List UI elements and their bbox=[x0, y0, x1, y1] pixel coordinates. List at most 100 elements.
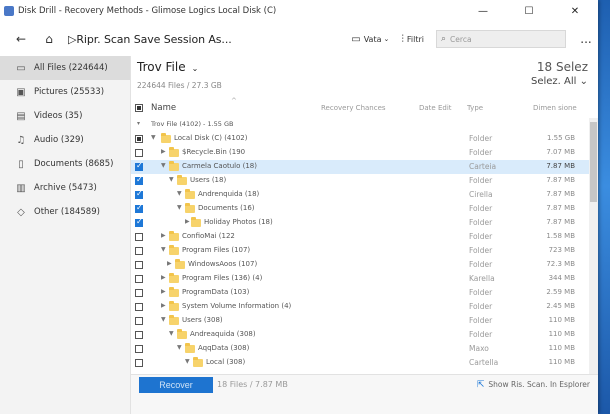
table-row[interactable]: ▶ $Recycle.Bin (190 Folder 7.07 MB bbox=[131, 146, 589, 160]
maximize-button[interactable]: ☐ bbox=[506, 0, 552, 22]
row-type: Karella bbox=[469, 274, 495, 283]
row-checkbox[interactable] bbox=[135, 149, 143, 157]
more-options-button[interactable]: ... bbox=[574, 32, 598, 46]
collapse-arrow-icon[interactable]: ▾ bbox=[137, 120, 140, 127]
row-checkbox[interactable] bbox=[135, 317, 143, 325]
selected-count: 18 Selez bbox=[536, 60, 588, 74]
table-row[interactable]: ▼ Users (18) Folder 7.87 MB bbox=[131, 174, 589, 188]
home-icon[interactable]: ⌂ bbox=[38, 28, 60, 50]
sidebar-item-all-files[interactable]: ▭ All Files (224644) bbox=[0, 56, 130, 80]
table-row[interactable]: ▾ Trov File (4102) - 1.55 GB bbox=[131, 118, 589, 132]
row-type: Carteia bbox=[469, 162, 497, 171]
table-row[interactable]: ▶ Holiday Photos (18) Folder 7.87 MB bbox=[131, 216, 589, 230]
folder-icon bbox=[169, 287, 179, 297]
sidebar-item-pictures[interactable]: ▣ Pictures (25533) bbox=[0, 80, 130, 104]
search-input[interactable]: ⌕ Cerca bbox=[436, 30, 566, 48]
collapse-arrow-icon[interactable]: ▼ bbox=[169, 330, 174, 337]
sidebar-item-label: All Files (224644) bbox=[34, 63, 108, 73]
table-row[interactable]: ▼ Local Disk (C) (4102) Folder 1.55 GB bbox=[131, 132, 589, 146]
row-checkbox[interactable] bbox=[135, 217, 143, 227]
table-row[interactable]: ▶ ProgramData (103) Folder 2.59 MB bbox=[131, 286, 589, 300]
row-checkbox[interactable] bbox=[135, 303, 143, 311]
expand-arrow-icon[interactable]: ▶ bbox=[161, 302, 166, 309]
filter-button[interactable]: ⫶ Filtri bbox=[401, 34, 424, 45]
column-size[interactable]: Dimen sione bbox=[533, 104, 577, 112]
row-checkbox[interactable] bbox=[135, 135, 143, 143]
view-dropdown[interactable]: ▭ Vata ⌄ bbox=[351, 34, 389, 45]
table-row[interactable]: ▼ Program Files (107) Folder 723 MB bbox=[131, 244, 589, 258]
row-checkbox[interactable] bbox=[135, 233, 143, 241]
row-label: Holiday Photos (18) bbox=[204, 218, 273, 226]
table-row[interactable]: ▼ Local (308) Cartella 110 MB bbox=[131, 356, 589, 370]
sidebar-item-archive[interactable]: ▥ Archive (5473) bbox=[0, 176, 130, 200]
table-row[interactable]: ▼ Carmela Caotulo (18) Carteia 7.87 MB bbox=[131, 160, 589, 174]
collapse-arrow-icon[interactable]: ▼ bbox=[169, 176, 174, 183]
column-type[interactable]: Type bbox=[467, 104, 483, 112]
column-name[interactable]: Name bbox=[151, 103, 176, 113]
expand-arrow-icon[interactable]: ▶ bbox=[161, 288, 166, 295]
expand-arrow-icon[interactable]: ▶ bbox=[161, 148, 166, 155]
collapse-arrow-icon[interactable]: ▼ bbox=[161, 246, 166, 253]
table-row[interactable]: ▶ Program Files (136) (4) Karella 344 MB bbox=[131, 272, 589, 286]
table-row[interactable]: ▼ Users (308) Folder 110 MB bbox=[131, 314, 589, 328]
window-title: Disk Drill - Recovery Methods - Glimose … bbox=[18, 6, 277, 16]
folder-icon bbox=[169, 273, 179, 283]
chevron-down-icon: ⌄ bbox=[191, 64, 199, 73]
collapse-arrow-icon[interactable]: ▼ bbox=[161, 162, 166, 169]
table-row[interactable]: ▼ Andreaquida (308) Folder 110 MB bbox=[131, 328, 589, 342]
expand-arrow-icon[interactable]: ▶ bbox=[161, 274, 166, 281]
results-title-dropdown[interactable]: Trov File ⌄ bbox=[137, 60, 198, 74]
row-checkbox[interactable] bbox=[135, 189, 143, 199]
select-all-dropdown[interactable]: Selez. All ⌄ bbox=[531, 76, 588, 87]
row-type: Folder bbox=[469, 288, 493, 297]
collapse-arrow-icon[interactable]: ▼ bbox=[151, 134, 156, 141]
results-title: Trov File bbox=[137, 60, 186, 74]
column-recovery[interactable]: Recovery Chances bbox=[321, 104, 386, 112]
expand-arrow-icon[interactable]: ▶ bbox=[185, 218, 190, 225]
export-label: Show Ris. Scan. In Esplorer bbox=[488, 380, 590, 389]
row-checkbox[interactable] bbox=[135, 331, 143, 339]
scrollbar-thumb[interactable] bbox=[590, 122, 597, 202]
recover-button[interactable]: Recover bbox=[139, 377, 213, 393]
sidebar-item-audio[interactable]: ♫ Audio (329) bbox=[0, 128, 130, 152]
close-button[interactable]: ✕ bbox=[552, 0, 598, 22]
row-type: Folder bbox=[469, 232, 493, 241]
collapse-arrow-icon[interactable]: ▼ bbox=[185, 358, 190, 365]
row-checkbox[interactable] bbox=[135, 289, 143, 297]
row-checkbox[interactable] bbox=[135, 161, 143, 171]
folder-icon bbox=[161, 133, 171, 143]
minimize-button[interactable]: — bbox=[460, 0, 506, 22]
collapse-arrow-icon[interactable]: ▼ bbox=[177, 204, 182, 211]
table-row[interactable]: ▶ ConfioMai (122 Folder 1.58 MB bbox=[131, 230, 589, 244]
row-checkbox[interactable] bbox=[135, 261, 143, 269]
collapse-arrow-icon[interactable]: ▼ bbox=[177, 344, 182, 351]
row-checkbox[interactable] bbox=[135, 203, 143, 213]
table-row[interactable]: ▶ WindowsAoos (107) Folder 72.3 MB bbox=[131, 258, 589, 272]
sidebar-item-videos[interactable]: ▤ Videos (35) bbox=[0, 104, 130, 128]
row-label: Program Files (107) bbox=[182, 246, 251, 254]
expand-arrow-icon[interactable]: ▶ bbox=[161, 232, 166, 239]
expand-arrow-icon[interactable]: ▶ bbox=[167, 260, 172, 267]
row-checkbox[interactable] bbox=[135, 247, 143, 255]
select-all-checkbox[interactable] bbox=[135, 104, 143, 112]
toolbar: ← ⌂ ▷Ripr. Scan Save Session As... ▭ Vat… bbox=[0, 22, 598, 57]
collapse-arrow-icon[interactable]: ▼ bbox=[161, 316, 166, 323]
row-checkbox[interactable] bbox=[135, 275, 143, 283]
sidebar-item-documents[interactable]: ▯ Documents (8685) bbox=[0, 152, 130, 176]
row-label: Program Files (136) (4) bbox=[182, 274, 263, 282]
row-checkbox[interactable] bbox=[135, 345, 143, 353]
column-date[interactable]: Date Edit bbox=[419, 104, 452, 112]
show-results-in-explorer-link[interactable]: ⇱ Show Ris. Scan. In Esplorer bbox=[477, 380, 590, 390]
sidebar-item-other[interactable]: ◇ Other (184589) bbox=[0, 200, 130, 224]
row-checkbox[interactable] bbox=[135, 175, 143, 185]
row-size: 110 MB bbox=[548, 330, 575, 338]
table-row[interactable]: ▶ System Volume Information (4) Folder 2… bbox=[131, 300, 589, 314]
collapse-arrow-icon[interactable]: ▼ bbox=[177, 190, 182, 197]
row-checkbox[interactable] bbox=[135, 359, 143, 367]
table-row[interactable]: ▼ AqqData (308) Maxo 110 MB bbox=[131, 342, 589, 356]
table-row[interactable]: ▼ Andrenquida (18) Cirella 7.87 MB bbox=[131, 188, 589, 202]
sidebar-item-label: Videos (35) bbox=[34, 111, 83, 121]
back-arrow-icon[interactable]: ← bbox=[10, 28, 32, 50]
table-row[interactable]: ▼ Documents (16) Folder 7.87 MB bbox=[131, 202, 589, 216]
folder-icon bbox=[191, 217, 201, 227]
